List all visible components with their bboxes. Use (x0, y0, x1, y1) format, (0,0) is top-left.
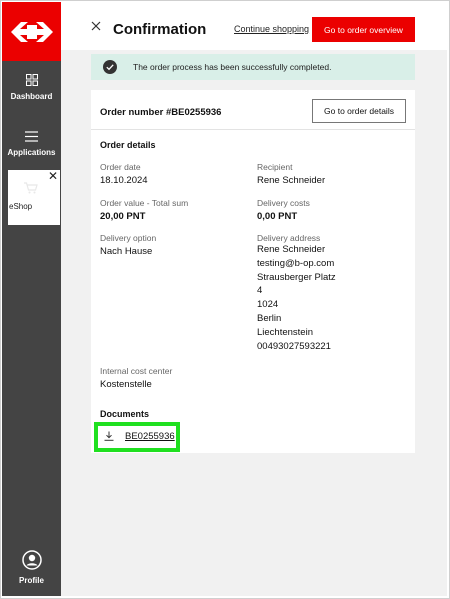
divider (91, 129, 415, 130)
sbb-logo-icon (10, 21, 53, 42)
address-line: Strausberger Platz (257, 271, 336, 283)
address-line: Berlin (257, 312, 282, 324)
sidebar-item-label: Dashboard (10, 92, 53, 101)
order-date-label: Order date (100, 162, 141, 172)
main-content: Confirmation Continue shopping Go to ord… (61, 2, 447, 596)
eshop-tab[interactable]: ✕ eShop (8, 170, 60, 225)
page-header: Confirmation Continue shopping Go to ord… (61, 2, 447, 50)
cart-icon (24, 182, 38, 194)
address-line: Liechtenstein (257, 326, 313, 338)
recipient-value: Rene Schneider (257, 175, 326, 186)
address-line: 00493027593221 (257, 340, 331, 352)
order-value-label: Order value - Total sum (100, 198, 189, 208)
sidebar: Dashboard Applications Profile (2, 2, 61, 596)
address-line: 4 (257, 285, 263, 297)
delivery-option-label: Delivery option (100, 233, 157, 243)
go-to-order-details-button[interactable]: Go to order details (312, 99, 406, 123)
order-card: Order number #BE0255936 Go to order deta… (91, 90, 415, 453)
success-banner: The order process has been successfully … (91, 54, 415, 80)
order-number: Order number #BE0255936 (100, 107, 222, 118)
check-circle-icon (103, 60, 117, 74)
delivery-address-label: Delivery address (257, 233, 321, 243)
delivery-costs-value: 0,00 PNT (257, 211, 298, 222)
documents-heading: Documents (100, 409, 150, 419)
delivery-option-value: Nach Hause (100, 246, 153, 257)
dashboard-icon (25, 74, 38, 86)
order-value: 20,00 PNT (100, 211, 146, 222)
address-line: 1024 (257, 299, 279, 311)
close-icon[interactable] (91, 21, 101, 31)
document-download-link[interactable]: BE0255936 (125, 431, 175, 442)
address-line: Rene Schneider (257, 244, 326, 255)
order-details-heading: Order details (100, 140, 156, 150)
sidebar-item-label: Profile (19, 576, 44, 585)
menu-icon (25, 131, 38, 142)
sidebar-item-dashboard[interactable]: Dashboard (2, 74, 61, 101)
success-message: The order process has been successfully … (133, 62, 332, 72)
document-row[interactable]: BE0255936 (94, 422, 180, 452)
sidebar-item-applications[interactable]: Applications (2, 131, 61, 157)
page-title: Confirmation (113, 21, 207, 38)
cost-center-label: Internal cost center (100, 366, 173, 376)
profile-icon (21, 550, 42, 570)
close-icon[interactable]: ✕ (48, 170, 58, 182)
order-date-value: 18.10.2024 (100, 175, 148, 186)
cost-center-value: Kostenstelle (100, 379, 152, 390)
sbb-logo[interactable] (2, 2, 61, 61)
go-to-order-overview-button[interactable]: Go to order overview (312, 17, 415, 42)
delivery-costs-label: Delivery costs (257, 198, 310, 208)
download-icon[interactable] (104, 431, 114, 441)
sidebar-item-profile[interactable]: Profile (2, 550, 61, 585)
address-line: testing@b-op.com (257, 257, 335, 269)
continue-shopping-link[interactable]: Continue shopping (234, 24, 309, 34)
recipient-label: Recipient (257, 162, 293, 172)
eshop-label: eShop (9, 202, 33, 211)
sidebar-item-label: Applications (7, 148, 56, 157)
delivery-address: Rene Schneider testing@b-op.com Strausbe… (257, 243, 336, 353)
